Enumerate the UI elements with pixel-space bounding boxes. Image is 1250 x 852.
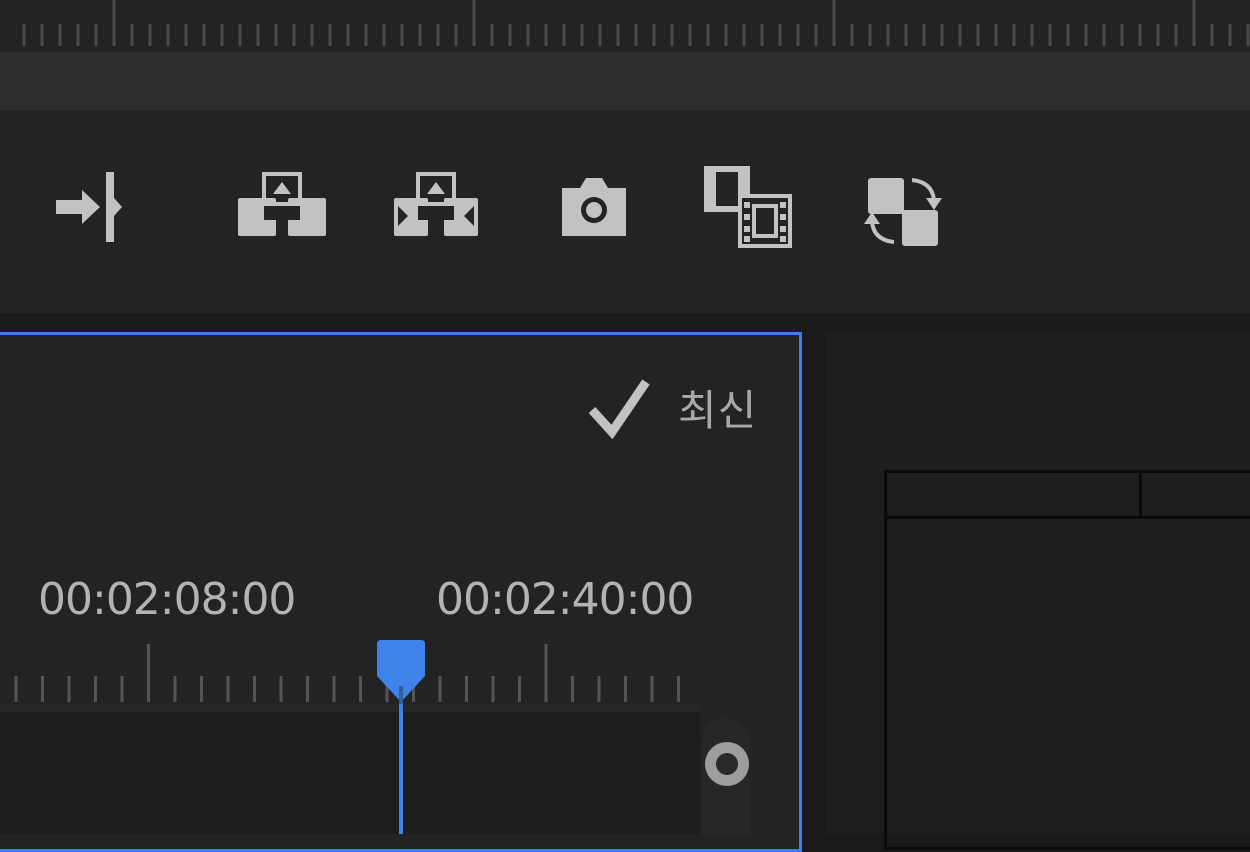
status-label: 최신	[678, 385, 758, 435]
render-status: 최신	[586, 372, 757, 442]
divider-band	[0, 52, 1250, 110]
timecode-label: 00:02:08:00	[38, 574, 296, 625]
toggle-proxies-button[interactable]	[862, 170, 944, 250]
lift-icon	[238, 172, 326, 236]
checkmark-icon	[588, 379, 650, 440]
film-strip-icon	[704, 166, 792, 248]
extract-button[interactable]	[390, 170, 482, 240]
export-frame-button[interactable]	[558, 174, 630, 240]
top-ruler-ticks	[22, 0, 1250, 46]
top-time-ruler[interactable]	[0, 0, 1250, 52]
playhead-handle[interactable]	[374, 640, 428, 704]
camera-icon	[562, 178, 626, 236]
track-separator	[0, 704, 700, 712]
playhead-icon	[377, 640, 425, 704]
lift-button[interactable]	[236, 170, 328, 240]
go-to-out-point-button[interactable]	[52, 170, 128, 246]
track-area[interactable]	[0, 712, 700, 834]
extract-icon	[394, 172, 478, 236]
swap-icon	[864, 178, 942, 246]
panel-frame	[884, 470, 1250, 850]
timecode-label: 00:02:40:00	[436, 574, 694, 625]
go-to-out-point-icon	[56, 172, 122, 242]
panel-column-divider	[1139, 470, 1142, 518]
playhead-line[interactable]	[399, 700, 403, 834]
timeline-ruler-ticks	[14, 644, 680, 702]
zoom-scroll-handle[interactable]	[705, 742, 749, 786]
timeline-time-ruler[interactable]	[0, 640, 700, 706]
panel-header-divider	[884, 516, 1250, 519]
comparison-view-button[interactable]	[700, 162, 794, 250]
